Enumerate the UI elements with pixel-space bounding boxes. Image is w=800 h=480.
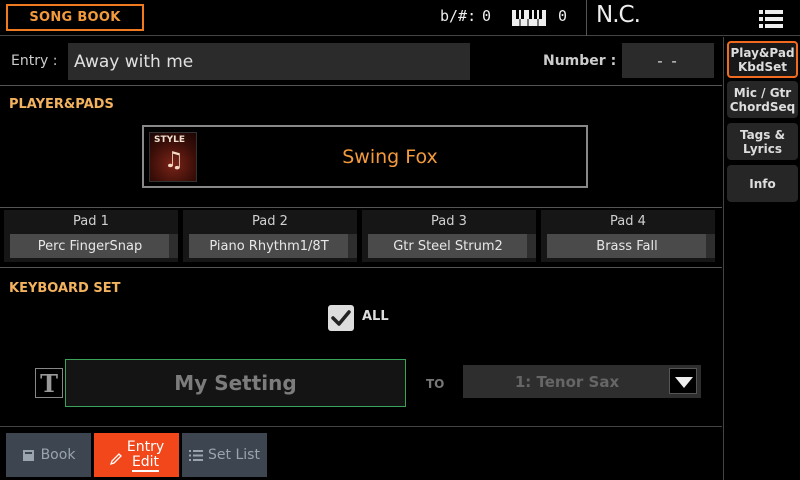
- pad-4: Pad 4 Brass Fall: [541, 210, 715, 262]
- keyboard-set-name-field[interactable]: My Setting: [65, 359, 406, 407]
- transpose-label: b/#:: [440, 7, 477, 25]
- book-icon: [22, 449, 34, 461]
- destination-value: 1: Tenor Sax: [514, 372, 620, 391]
- pad-3-sound[interactable]: Gtr Steel Strum2: [368, 234, 528, 258]
- tab-label: KbdSet: [738, 59, 787, 74]
- tab-label: Tags &: [739, 127, 786, 142]
- tab-label: Mic / Gtr: [733, 85, 792, 100]
- menu-icon[interactable]: [759, 10, 783, 28]
- pad-3: Pad 3 Gtr Steel Strum2: [362, 210, 536, 262]
- tab-label: Set List: [208, 447, 260, 463]
- entry-name-field[interactable]: Away with me: [68, 43, 470, 80]
- checkmark-icon: [331, 310, 351, 326]
- number-label: Number :: [543, 53, 617, 69]
- tab-label: Edit: [131, 454, 160, 472]
- dropdown-button[interactable]: [669, 368, 697, 394]
- tab-label: Lyrics: [743, 141, 782, 156]
- style-tag: STYLE: [154, 135, 186, 145]
- pad-title: Pad 3: [431, 214, 467, 229]
- tab-info[interactable]: Info: [727, 165, 798, 202]
- tab-label: Entry: [126, 439, 165, 455]
- chord-display: N.C.: [596, 2, 641, 28]
- all-label: ALL: [362, 309, 389, 324]
- to-label: TO: [426, 377, 445, 391]
- pad-scrollbar[interactable]: [527, 234, 536, 258]
- pad-title: Pad 2: [252, 214, 288, 229]
- pad-2-sound[interactable]: Piano Rhythm1/8T: [189, 234, 349, 258]
- tab-mic-gtr-chordseq[interactable]: Mic / Gtr ChordSeq: [727, 81, 798, 118]
- tab-play-pad-kbdset[interactable]: Play&Pad KbdSet: [727, 41, 798, 78]
- chevron-down-icon: [675, 377, 693, 388]
- pad-scrollbar[interactable]: [348, 234, 357, 258]
- tab-label: Book: [40, 447, 76, 463]
- divider: [0, 267, 722, 268]
- pad-title: Pad 1: [73, 214, 109, 229]
- list-icon: [189, 449, 204, 461]
- keyboard-icon: [512, 10, 546, 26]
- number-field[interactable]: - -: [622, 43, 714, 78]
- top-bar: SONG BOOK b/#: 0 0 N.C.: [0, 0, 800, 36]
- tab-label: Play&Pad: [730, 45, 795, 60]
- divider: [0, 85, 722, 86]
- keyboard-set-destination-select[interactable]: 1: Tenor Sax: [463, 365, 701, 398]
- pad-4-sound[interactable]: Brass Fall: [547, 234, 707, 258]
- all-checkbox[interactable]: [328, 305, 354, 331]
- tab-label: ChordSeq: [729, 99, 796, 114]
- pad-title: Pad 4: [610, 214, 646, 229]
- divider: [0, 207, 722, 208]
- player-pads-title: PLAYER&PADS: [9, 97, 114, 112]
- pad-1: Pad 1 Perc FingerSnap: [4, 210, 178, 262]
- text-edit-icon[interactable]: T: [35, 368, 63, 398]
- pad-2: Pad 2 Piano Rhythm1/8T: [183, 210, 357, 262]
- pad-scrollbar[interactable]: [706, 234, 715, 258]
- style-name: Swing Fox: [342, 145, 438, 168]
- sidebar: Play&Pad KbdSet Mic / Gtr ChordSeq Tags & L…: [723, 37, 800, 480]
- tab-book[interactable]: Book: [6, 433, 91, 477]
- tab-tags-lyrics[interactable]: Tags & Lyrics: [727, 123, 798, 160]
- transpose-value: 0: [482, 7, 492, 25]
- style-selector[interactable]: STYLE ♫ Swing Fox: [142, 125, 588, 188]
- style-thumbnail: STYLE ♫: [149, 132, 197, 182]
- tab-entry-edit[interactable]: Entry Edit: [94, 433, 179, 477]
- song-book-button[interactable]: SONG BOOK: [6, 4, 144, 31]
- keyboard-value: 0: [558, 7, 568, 25]
- tab-set-list[interactable]: Set List: [182, 433, 267, 477]
- music-note-icon: ♫: [164, 148, 184, 173]
- keyboard-set-title: KEYBOARD SET: [9, 281, 121, 296]
- pad-1-sound[interactable]: Perc FingerSnap: [10, 234, 170, 258]
- tab-label: Info: [749, 176, 776, 191]
- pencil-icon: [109, 453, 122, 466]
- entry-label: Entry :: [11, 53, 58, 69]
- divider: [586, 0, 587, 36]
- pad-scrollbar[interactable]: [169, 234, 178, 258]
- bottom-tab-bar: Book Entry Edit Set List: [0, 426, 722, 480]
